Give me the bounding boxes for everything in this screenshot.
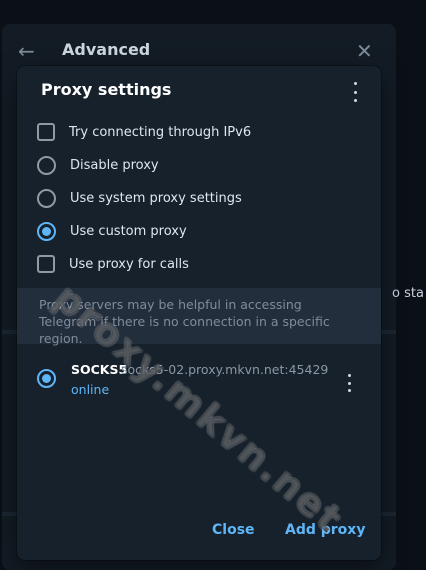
background-side-text: o sta	[392, 286, 424, 301]
dialog-title: Proxy settings	[41, 80, 172, 99]
option-label: Use custom proxy	[70, 223, 187, 239]
option-custom-proxy[interactable]: Use custom proxy	[37, 218, 187, 244]
option-proxy-calls[interactable]: Use proxy for calls	[37, 251, 189, 277]
proxy-host: socks5-02.proxy.mkvn.net:45429	[121, 362, 329, 377]
radio-icon[interactable]	[37, 188, 56, 208]
option-system-proxy[interactable]: Use system proxy settings	[37, 185, 242, 211]
close-button[interactable]: Close	[212, 522, 255, 538]
radio-icon[interactable]	[37, 155, 56, 175]
option-label: Try connecting through IPv6	[69, 124, 252, 140]
radio-selected-icon[interactable]	[37, 221, 56, 241]
checkbox-icon[interactable]	[37, 123, 55, 141]
option-label: Use proxy for calls	[69, 256, 189, 272]
option-label: Disable proxy	[70, 157, 159, 173]
background-title: Advanced	[62, 40, 151, 59]
proxy-settings-dialog: Proxy settings Try connecting through IP…	[17, 66, 381, 560]
info-text: Proxy servers may be helpful in accessin…	[17, 288, 381, 346]
background-close-icon[interactable]: ✕	[356, 40, 378, 62]
option-label: Use system proxy settings	[70, 190, 242, 206]
proxy-type: SOCKS5	[71, 362, 128, 377]
radio-selected-icon[interactable]	[37, 369, 56, 388]
more-vertical-icon[interactable]	[347, 82, 363, 102]
checkbox-icon[interactable]	[37, 255, 55, 273]
back-arrow-icon[interactable]: ←	[18, 40, 40, 62]
option-disable-proxy[interactable]: Disable proxy	[37, 152, 159, 178]
option-ipv6[interactable]: Try connecting through IPv6	[37, 119, 251, 145]
proxy-more-icon[interactable]	[345, 374, 353, 392]
proxy-list-item[interactable]: SOCKS5 socks5-02.proxy.mkvn.net:45429 on…	[37, 360, 367, 404]
add-proxy-button[interactable]: Add proxy	[285, 522, 365, 538]
proxy-status: online	[71, 382, 110, 397]
